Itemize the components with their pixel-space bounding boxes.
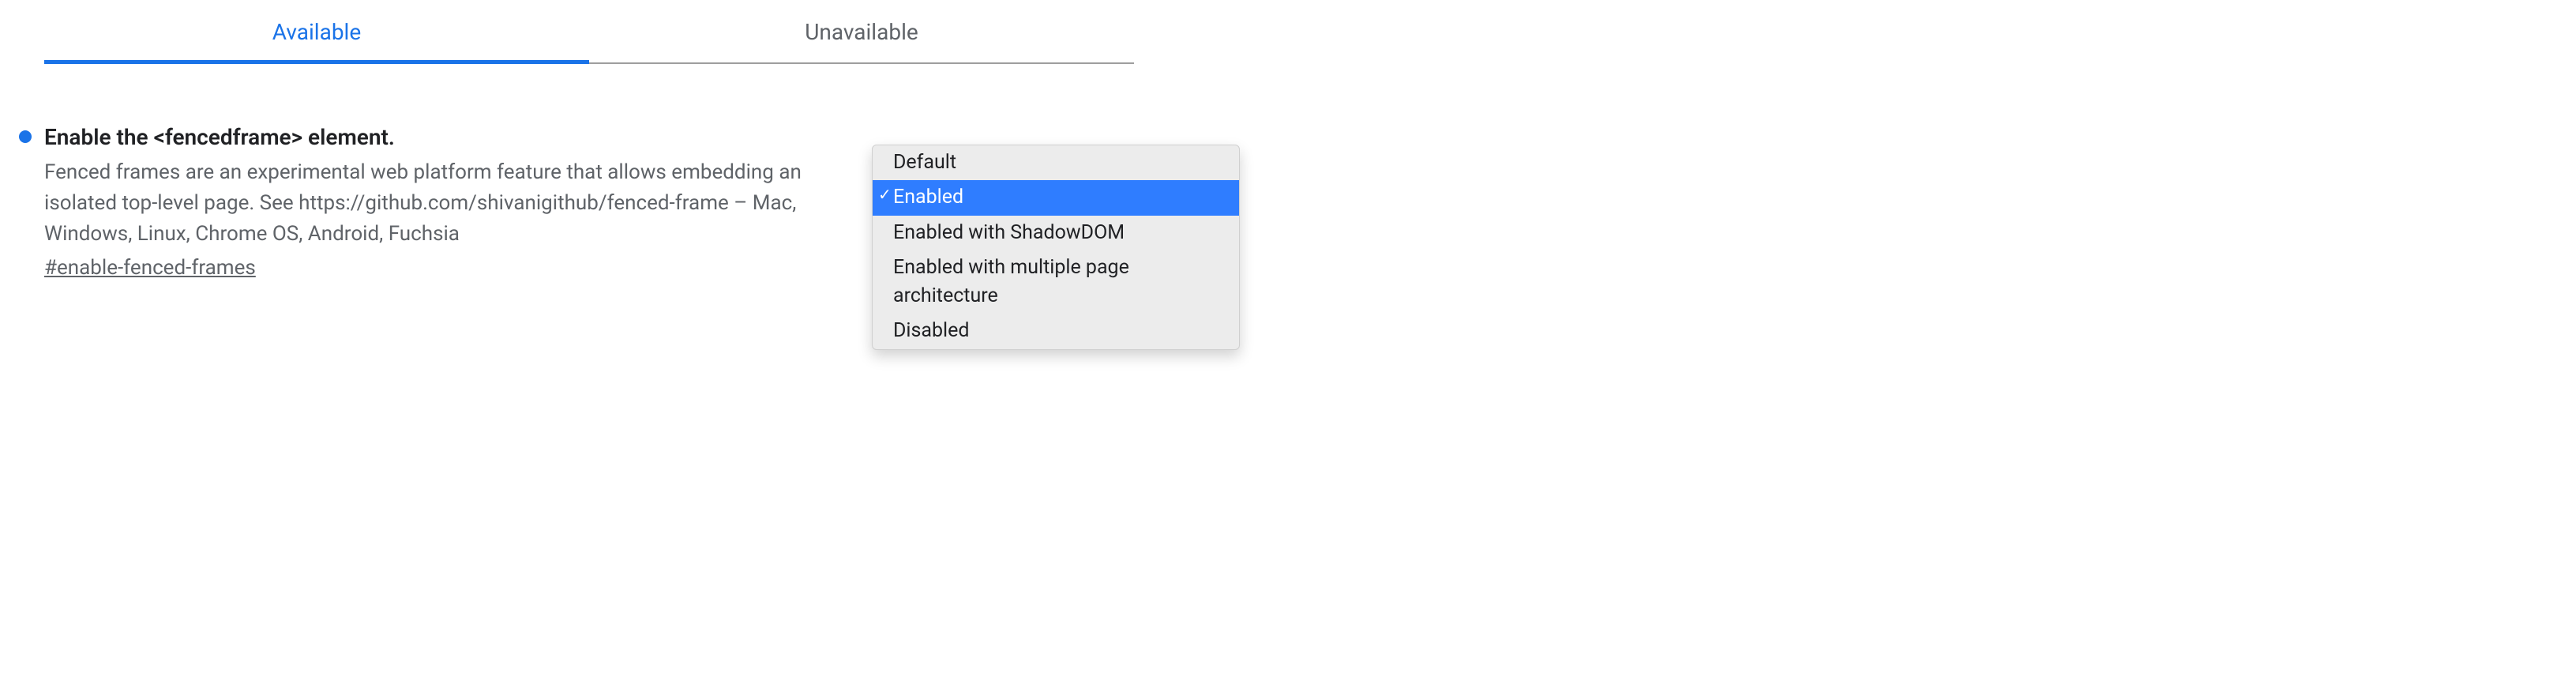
dropdown-option-disabled[interactable]: Disabled bbox=[873, 314, 1239, 348]
tabs-bar: Available Unavailable bbox=[44, 8, 1134, 64]
flag-text-block: Enable the <fencedframe> element. Fenced… bbox=[16, 122, 837, 280]
flag-description: Fenced frames are an experimental web pl… bbox=[44, 157, 837, 250]
tab-available[interactable]: Available bbox=[44, 8, 589, 62]
flag-state-dropdown[interactable]: Default Enabled Enabled with ShadowDOM E… bbox=[872, 145, 1240, 350]
flag-title: Enable the <fencedframe> element. bbox=[44, 122, 837, 152]
dropdown-option-enabled[interactable]: Enabled bbox=[873, 180, 1239, 215]
dropdown-option-enabled-mparch[interactable]: Enabled with multiple page architecture bbox=[873, 250, 1239, 314]
flag-entry: Enable the <fencedframe> element. Fenced… bbox=[11, 122, 1235, 280]
tab-unavailable[interactable]: Unavailable bbox=[589, 8, 1134, 62]
dropdown-option-enabled-shadowdom[interactable]: Enabled with ShadowDOM bbox=[873, 216, 1239, 250]
dropdown-option-default[interactable]: Default bbox=[873, 145, 1239, 180]
modified-indicator-icon bbox=[19, 130, 32, 143]
flag-hash-link[interactable]: #enable-fenced-frames bbox=[44, 256, 256, 280]
